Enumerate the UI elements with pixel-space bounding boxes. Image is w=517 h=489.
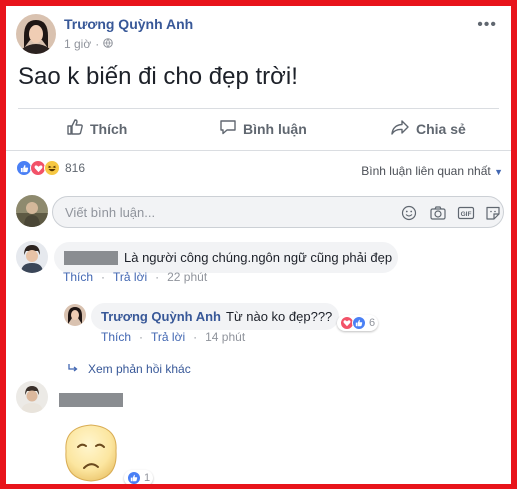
reaction-summary[interactable]: 816 <box>16 160 85 176</box>
dot-separator: · <box>101 270 106 284</box>
emoji-icon[interactable] <box>400 205 418 221</box>
haha-reaction-icon <box>44 160 60 176</box>
share-label: Chia sẻ <box>416 120 466 137</box>
comment-like-link[interactable]: Thích <box>63 270 93 284</box>
view-more-replies-link[interactable]: Xem phản hồi khác <box>68 362 191 376</box>
comment-label: Bình luận <box>243 120 307 137</box>
reply-reply-link[interactable]: Trả lời <box>151 330 185 344</box>
camera-icon[interactable] <box>429 205 447 221</box>
view-more-replies-label: Xem phản hồi khác <box>88 362 191 376</box>
reply-author-name[interactable]: Trương Quỳnh Anh <box>101 309 221 324</box>
reply-actions: Thích · Trả lời · 14 phút <box>101 330 245 344</box>
like-reaction-icon <box>127 471 141 484</box>
divider <box>6 150 511 151</box>
globe-icon <box>103 37 114 51</box>
dot-separator: · <box>155 270 160 284</box>
reply-time[interactable]: 14 phút <box>205 330 245 344</box>
svg-text:GIF: GIF <box>461 211 472 218</box>
commenter-avatar[interactable] <box>16 241 48 273</box>
like-button[interactable]: Thích <box>66 118 127 139</box>
comment-input[interactable] <box>65 205 365 220</box>
post-meta: 1 giờ · <box>64 37 114 51</box>
caret-down-icon: ▼ <box>494 167 503 177</box>
comment-button[interactable]: Bình luận <box>219 118 307 139</box>
like-label: Thích <box>90 120 128 137</box>
viewer-avatar <box>16 195 48 227</box>
comment-sort-dropdown[interactable]: Bình luận liên quan nhất ▼ <box>361 164 503 178</box>
dot-separator: · <box>193 330 198 344</box>
reaction-count: 816 <box>65 161 86 175</box>
comment-composer[interactable]: GIF <box>52 196 504 228</box>
divider <box>18 108 499 109</box>
comment-actions: Thích · Trả lời · 22 phút <box>63 270 207 284</box>
comment-reaction-count: 1 <box>144 472 151 484</box>
comment-reactions[interactable]: 1 <box>124 470 154 484</box>
more-icon[interactable]: ••• <box>477 16 497 34</box>
reply-like-link[interactable]: Thích <box>101 330 131 344</box>
post-text: Sao k biến đi cho đẹp trời! <box>18 63 298 90</box>
like-reaction-icon <box>352 316 366 330</box>
sticker-icon[interactable] <box>484 205 502 221</box>
comment-reply-link[interactable]: Trả lời <box>113 270 147 284</box>
thumbs-up-icon <box>66 118 84 139</box>
share-icon <box>390 118 410 139</box>
comment-text: Là người công chúng.ngôn ngữ cũng phải đ… <box>124 250 393 265</box>
reply-bubble: Trương Quỳnh Anh Từ nào ko đẹp??? <box>91 303 339 330</box>
reply-reactions[interactable]: 6 <box>337 315 379 331</box>
post-time[interactable]: 1 giờ <box>64 37 91 51</box>
gif-icon[interactable]: GIF <box>457 205 475 221</box>
post-card: Trương Quỳnh Anh 1 giờ · ••• Sao k biến … <box>6 6 511 484</box>
reply-text: Từ nào ko đẹp??? <box>226 309 333 324</box>
comment-time[interactable]: 22 phút <box>167 270 207 284</box>
sort-label: Bình luận liên quan nhất <box>361 164 491 178</box>
dot-separator: · <box>139 330 144 344</box>
post-author-name[interactable]: Trương Quỳnh Anh <box>64 16 193 32</box>
commenter-avatar[interactable] <box>16 381 48 413</box>
reply-author-avatar[interactable] <box>64 304 86 326</box>
reply-reaction-count: 6 <box>369 317 376 329</box>
redacted-author-name <box>59 393 123 407</box>
comment-icon <box>219 118 237 139</box>
share-button[interactable]: Chia sẻ <box>390 118 466 139</box>
redacted-author-name <box>64 251 118 265</box>
comment-bubble: Là người công chúng.ngôn ngữ cũng phải đ… <box>54 242 398 273</box>
reply-arrow-icon <box>68 362 78 376</box>
author-avatar[interactable] <box>16 14 56 54</box>
sticker-face-icon <box>58 421 124 483</box>
dot-separator: · <box>95 37 100 51</box>
